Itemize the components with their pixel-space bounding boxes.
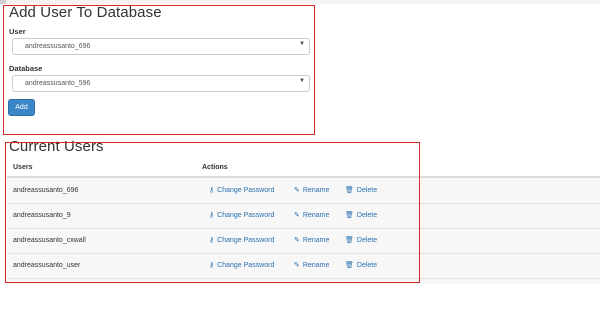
add-user-title: Add User To Database [9,4,162,21]
caret-down-icon: ▼ [299,41,305,47]
user-select[interactable]: andreassusanto_696 ▼ [12,38,310,55]
add-user-highlight-box: Add User To Database User andreassusanto… [3,4,315,135]
user-select-value: andreassusanto_696 [25,43,91,50]
add-button[interactable]: Add [8,99,35,116]
database-select-value: andreassusanto_596 [25,80,91,87]
caret-down-icon: ▼ [299,78,305,84]
database-label: Database [9,64,43,73]
current-users-highlight-box [5,142,420,283]
top-strip-accent [0,0,6,4]
user-label: User [9,27,26,36]
database-select[interactable]: andreassusanto_596 ▼ [12,75,310,92]
